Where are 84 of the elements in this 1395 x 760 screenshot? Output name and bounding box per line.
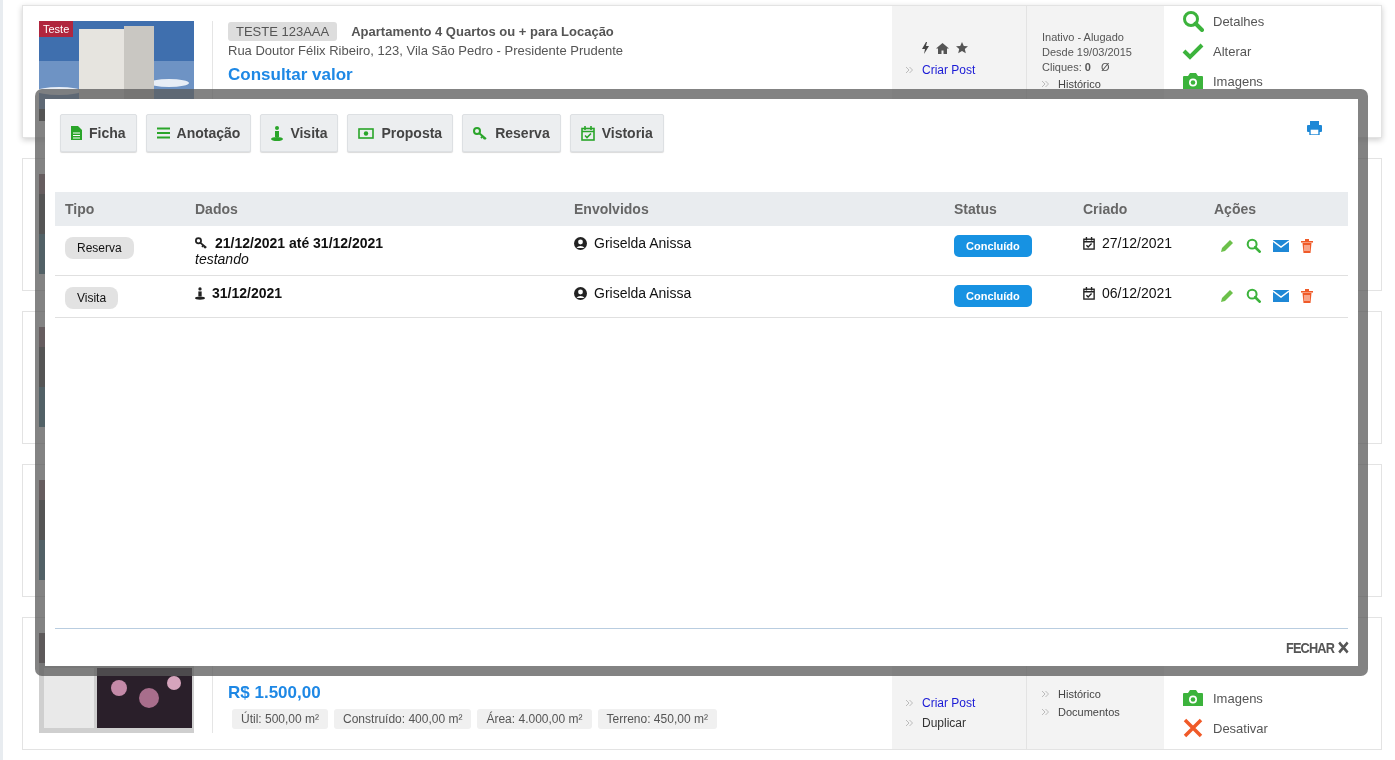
status-link[interactable]: Documentos (1058, 706, 1120, 718)
trash-icon[interactable] (1301, 238, 1313, 253)
created-date: 06/12/2021 (1102, 285, 1173, 301)
pencil-icon[interactable] (1220, 238, 1234, 253)
check-icon (1182, 42, 1204, 60)
bolt-icon (922, 42, 929, 54)
toolbar-button[interactable]: Anotação (145, 114, 252, 152)
action-link[interactable]: Desativar (1213, 720, 1268, 736)
column-header: Ações (1214, 201, 1257, 217)
toolbar-button[interactable]: Visita (260, 114, 339, 152)
chevron-icon (1042, 81, 1049, 87)
column-header: Criado (1083, 201, 1128, 217)
column-header: Status (954, 201, 997, 217)
column-header: Dados (195, 201, 238, 217)
close-icon (1336, 641, 1348, 654)
calendar-check-icon (580, 125, 595, 141)
star-icon (956, 42, 968, 54)
user-icon (574, 286, 587, 300)
camera-icon (1182, 689, 1204, 707)
type-tag: Reserva (65, 237, 134, 259)
column-header: Envolvidos (574, 201, 649, 217)
action-link[interactable]: Imagens (1213, 73, 1263, 89)
clicks-count: Cliques: 0 (1042, 60, 1091, 75)
toolbar-button[interactable]: Ficha (60, 114, 137, 152)
listing-link[interactable]: Criar Post (922, 63, 976, 77)
clicks-mark: Ø (1100, 60, 1110, 75)
status-badge: Concluído (954, 285, 1032, 307)
listing-address: Rua Doutor Félix Ribeiro, 123, Vila São Pedro - Presidente Prudente (228, 43, 625, 58)
search-icon (1182, 10, 1204, 32)
status-text: Inativo - Alugado (1042, 30, 1125, 45)
print-icon[interactable] (1307, 121, 1322, 135)
action-link[interactable]: Imagens (1213, 690, 1263, 706)
document-icon (71, 126, 82, 140)
feature-tag: Útil: 500,00 m² (232, 709, 329, 729)
listing-badge: Teste (39, 21, 74, 37)
feature-tag: Construído: 400,00 m² (334, 709, 472, 729)
chevron-icon (1042, 709, 1049, 715)
trash-icon[interactable] (1301, 288, 1313, 303)
column-header: Tipo (65, 201, 95, 217)
type-tag: Visita (65, 287, 119, 309)
status-text: Desde 19/03/2015 (1042, 45, 1133, 60)
person-pin-icon (195, 286, 205, 300)
toolbar-button[interactable]: Reserva (462, 114, 561, 152)
date-range: 21/12/2021 até 31/12/2021 (215, 235, 384, 251)
chevron-icon (906, 67, 913, 73)
mail-icon[interactable] (1273, 239, 1289, 252)
close-icon (1182, 718, 1204, 738)
search-icon[interactable] (1246, 238, 1261, 253)
chevron-icon (906, 720, 913, 726)
toolbar-button[interactable]: Proposta (347, 114, 454, 152)
person-pin-icon (271, 125, 284, 141)
key-icon (473, 126, 489, 140)
action-link[interactable]: Alterar (1213, 43, 1252, 59)
chevron-icon (1042, 691, 1049, 697)
chevron-icon (906, 700, 913, 706)
created-date: 27/12/2021 (1102, 235, 1173, 251)
calendar-check-icon (1083, 286, 1095, 300)
home-icon (936, 42, 949, 54)
price-link[interactable]: R$ 1.500,00 (228, 683, 892, 703)
listing-title: Apartamento 4 Quartos ou + para Locação (351, 24, 614, 39)
calendar-check-icon (1083, 236, 1095, 250)
close-button[interactable]: FECHAR (1285, 639, 1348, 656)
status-badge: Concluído (954, 235, 1032, 257)
status-link[interactable]: Histórico (1058, 78, 1101, 90)
person-name: Griselda Anissa (594, 235, 692, 251)
toolbar-button[interactable]: Vistoria (569, 114, 664, 152)
price-link[interactable]: Consultar valor (228, 65, 892, 85)
listing-link[interactable]: Duplicar (922, 716, 966, 730)
user-icon (574, 236, 587, 250)
feature-tag: Área: 4.000,00 m² (477, 709, 592, 729)
banknote-icon (358, 127, 375, 139)
date-range: 31/12/2021 (212, 285, 283, 301)
search-icon[interactable] (1246, 288, 1261, 303)
action-link[interactable]: Detalhes (1213, 13, 1265, 29)
list-icon (156, 127, 170, 139)
note-text: testando (195, 251, 250, 267)
feature-tag: Terreno: 450,00 m² (597, 709, 717, 729)
listing-link[interactable]: Criar Post (922, 696, 976, 710)
listing-code: TESTE 123AAA (228, 22, 338, 41)
status-link[interactable]: Histórico (1058, 688, 1101, 700)
key-icon (195, 237, 208, 249)
mail-icon[interactable] (1273, 289, 1289, 302)
person-name: Griselda Anissa (594, 285, 692, 301)
pencil-icon[interactable] (1220, 288, 1234, 303)
